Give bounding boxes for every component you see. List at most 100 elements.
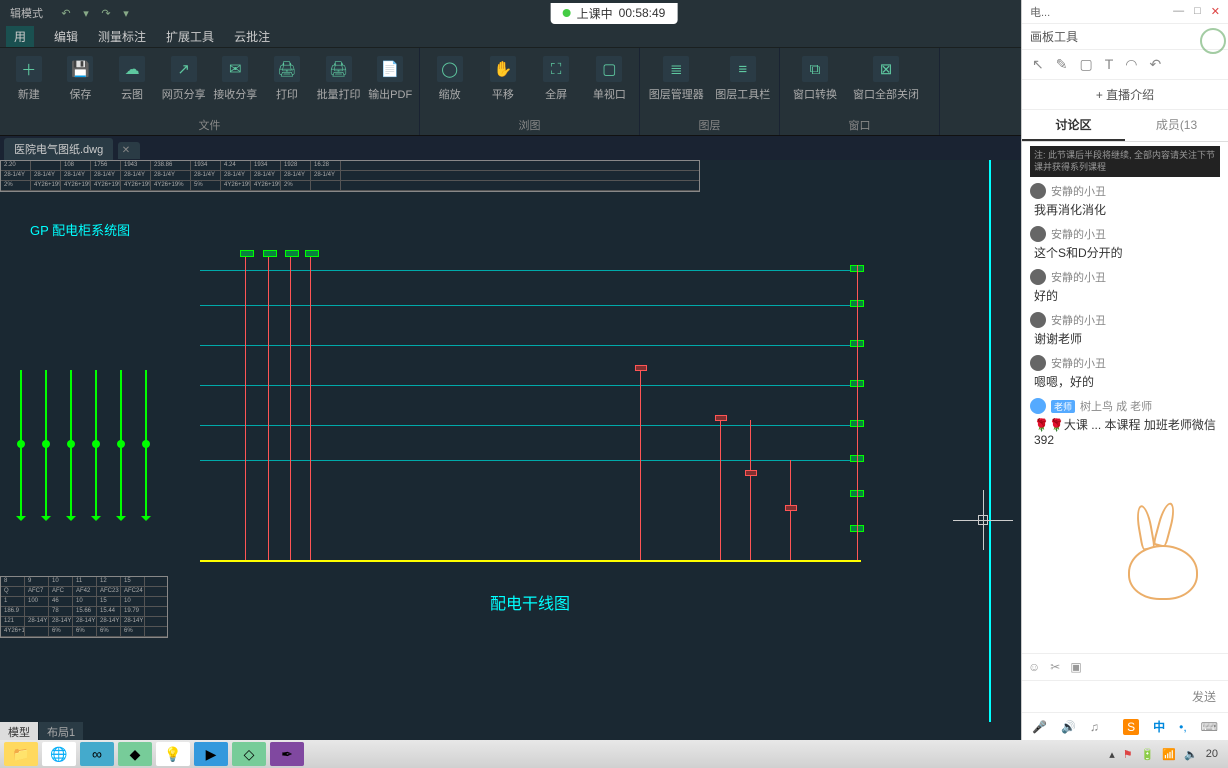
layer-tool-icon: ≡ xyxy=(730,56,756,82)
chat-message: 安静的小丑好的 xyxy=(1030,269,1220,304)
taskbar-app-1[interactable]: 📁 xyxy=(4,742,38,766)
ribbon-group-view: 浏图 xyxy=(420,115,639,135)
window-switch-button[interactable]: ⧉窗口转换 xyxy=(786,52,844,102)
export-pdf-label: 输出PDF xyxy=(368,86,412,102)
tray-battery-icon[interactable]: 🔋 xyxy=(1141,748,1155,761)
ime-s-icon[interactable]: S xyxy=(1123,719,1139,735)
redo-dropdown-icon[interactable]: ▾ xyxy=(117,7,135,20)
taskbar-app-3[interactable]: ∞ xyxy=(80,742,114,766)
tray-flag-icon[interactable]: ⚑ xyxy=(1123,748,1133,761)
chat-message: 安静的小丑我再消化消化 xyxy=(1030,183,1220,218)
single-viewport-button[interactable]: ▢单视口 xyxy=(586,52,633,102)
save-button[interactable]: 💾保存 xyxy=(58,52,104,102)
menu-common[interactable]: 用 xyxy=(6,26,34,47)
chat-text: 🌹🌹大课 ... 本课程 加班老师微信 392 xyxy=(1030,416,1220,447)
avatar-icon xyxy=(1030,355,1046,371)
ribbon-group-window: 窗口 xyxy=(780,115,939,135)
menu-measure[interactable]: 测量标注 xyxy=(98,28,146,45)
mic-icon[interactable]: 🎤 xyxy=(1032,720,1047,734)
hand-icon: ✋ xyxy=(490,56,516,82)
chat-text: 我再消化消化 xyxy=(1030,201,1220,218)
speaker-icon[interactable]: 🔊 xyxy=(1061,720,1076,734)
tab-members[interactable]: 成员(13 xyxy=(1125,110,1228,141)
pen-icon[interactable]: ✎ xyxy=(1056,56,1068,73)
menu-cloud-note[interactable]: 云批注 xyxy=(234,28,270,45)
minimize-icon[interactable]: — xyxy=(1173,5,1184,18)
pan-button[interactable]: ✋平移 xyxy=(479,52,526,102)
layer-toolbar-button[interactable]: ≡图层工具栏 xyxy=(713,52,774,102)
scissors-icon[interactable]: ✂ xyxy=(1050,660,1060,674)
zoom-label: 缩放 xyxy=(439,86,461,102)
chat-tabs: 讨论区 成员(13 xyxy=(1022,110,1228,142)
layers-icon: ≣ xyxy=(663,56,689,82)
taskbar-app-5[interactable]: 💡 xyxy=(156,742,190,766)
tray-volume-icon[interactable]: 🔈 xyxy=(1184,748,1198,761)
taskbar-app-8[interactable]: ✒ xyxy=(270,742,304,766)
eraser-icon[interactable]: ◠ xyxy=(1125,56,1137,73)
taskbar-app-4[interactable]: ◆ xyxy=(118,742,152,766)
chat-message: 老师树上鸟 成 老师🌹🌹大课 ... 本课程 加班老师微信 392 xyxy=(1030,398,1220,447)
chat-username: 安静的小丑 xyxy=(1051,269,1106,285)
receive-share-button[interactable]: ✉接收分享 xyxy=(213,52,259,102)
maximize-icon[interactable]: □ xyxy=(1194,5,1201,18)
share-icon: ↗ xyxy=(171,56,197,82)
tray-time[interactable]: 20 xyxy=(1206,748,1218,760)
taskbar-app-6[interactable]: ▶ xyxy=(194,742,228,766)
undo-icon[interactable]: ↶ xyxy=(57,7,75,20)
viewport-label: 单视口 xyxy=(593,86,626,102)
undo-dropdown-icon[interactable]: ▾ xyxy=(77,7,95,20)
avatar-icon xyxy=(1030,226,1046,242)
fullscreen-button[interactable]: ⛶全屏 xyxy=(533,52,580,102)
cad-canvas[interactable]: 2.2010817561943238.8619344.241934192816.… xyxy=(0,160,1021,722)
avatar-icon xyxy=(1030,269,1046,285)
tray-wifi-icon[interactable]: 📶 xyxy=(1162,748,1176,761)
ribbon-group-file: 文件 xyxy=(0,115,419,135)
chat-message: 安静的小丑这个S和D分开的 xyxy=(1030,226,1220,261)
chat-username: 安静的小丑 xyxy=(1051,355,1106,371)
chat-body[interactable]: 注: 此节课后半段将继续, 全部内容请关注下节课并获得系列课程 安静的小丑我再消… xyxy=(1022,142,1228,653)
tab-layout1[interactable]: 布局1 xyxy=(39,722,83,740)
ime-punct-icon[interactable]: •, xyxy=(1179,720,1187,734)
menu-extend[interactable]: 扩展工具 xyxy=(166,28,214,45)
batch-print-label: 批量打印 xyxy=(317,86,361,102)
close-icon[interactable]: ✕ xyxy=(1211,5,1220,18)
export-pdf-button[interactable]: 📄输出PDF xyxy=(367,52,413,102)
emoji-icon[interactable]: ☺ xyxy=(1028,660,1040,674)
text-icon[interactable]: T xyxy=(1105,56,1114,73)
pointer-icon[interactable]: ↖ xyxy=(1032,56,1044,73)
ime-keyboard-icon[interactable]: ⌨ xyxy=(1201,720,1218,734)
send-button[interactable]: 发送 xyxy=(1192,688,1216,705)
bus-line xyxy=(200,560,861,562)
taskbar-app-7[interactable]: ◇ xyxy=(232,742,266,766)
file-tab-active[interactable]: 医院电气图纸.dwg xyxy=(4,138,113,160)
tab-discussion[interactable]: 讨论区 xyxy=(1022,110,1125,141)
tab-model[interactable]: 模型 xyxy=(0,722,38,740)
batch-print-icon: 🖨 xyxy=(326,56,352,82)
redo-icon[interactable]: ↷ xyxy=(97,7,115,20)
tray-up-icon[interactable]: ▴ xyxy=(1109,748,1115,761)
live-intro-button[interactable]: + 直播介绍 xyxy=(1022,80,1228,110)
chat-username: 安静的小丑 xyxy=(1051,312,1106,328)
class-status-pill: 上课中 00:58:49 xyxy=(551,3,678,24)
web-share-button[interactable]: ↗ 网页分享 xyxy=(161,52,207,102)
taskbar-app-2[interactable]: 🌐 xyxy=(42,742,76,766)
header-table: 2.2010817561943238.8619344.241934192816.… xyxy=(0,160,700,192)
windows-taskbar: 📁 🌐 ∞ ◆ 💡 ▶ ◇ ✒ ▴ ⚑ 🔋 📶 🔈 20 xyxy=(0,740,1228,768)
batch-print-button[interactable]: 🖨 批量打印 xyxy=(316,52,362,102)
print-button[interactable]: 🖨打印 xyxy=(264,52,310,102)
undo-tool-icon[interactable]: ↶ xyxy=(1149,56,1161,73)
ime-zh-icon[interactable]: 中 xyxy=(1153,718,1165,735)
new-button[interactable]: ＋新建 xyxy=(6,52,52,102)
image-icon[interactable]: ▣ xyxy=(1070,660,1081,674)
music-icon[interactable]: ♫ xyxy=(1090,720,1099,734)
close-all-windows-button[interactable]: ⊠窗口全部关闭 xyxy=(850,52,922,102)
rect-icon[interactable]: ▢ xyxy=(1079,56,1092,73)
cloud-button[interactable]: ☁云图 xyxy=(109,52,155,102)
live-side-panel: 电... — □ ✕ 画板工具 ↖ ✎ ▢ T ◠ ↶ + 直播介绍 讨论区 成… xyxy=(1021,0,1228,740)
web-share-label: 网页分享 xyxy=(162,86,206,102)
file-tab-close-icon[interactable]: ✕ xyxy=(118,142,140,159)
menu-edit[interactable]: 编辑 xyxy=(54,28,78,45)
layer-manager-button[interactable]: ≣图层管理器 xyxy=(646,52,707,102)
zoom-button[interactable]: ◯缩放 xyxy=(426,52,473,102)
layout-tabs: 模型 布局1 xyxy=(0,722,1021,740)
